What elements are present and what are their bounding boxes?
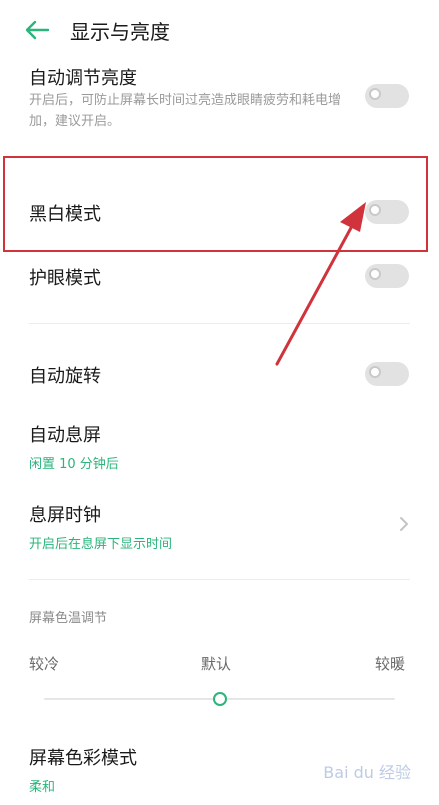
auto-brightness-title: 自动调节亮度 <box>29 68 137 89</box>
toggle-knob <box>369 268 381 280</box>
auto-rotate-title: 自动旋转 <box>29 366 101 387</box>
cooler-label: 较冷 <box>29 655 60 673</box>
chevron-right-icon <box>400 517 408 531</box>
default-label: 默认 <box>201 655 232 673</box>
page-title: 显示与亮度 <box>70 20 170 44</box>
header-bar: 显示与亮度 <box>0 0 439 60</box>
toggle-knob <box>369 366 381 378</box>
auto-brightness-row: 自动调节亮度 开启后，可防止屏幕长时间过亮造成眼睛疲劳和耗电增加，建议开启。 <box>0 60 439 140</box>
section-divider <box>29 579 410 580</box>
watermark: Bai du 经验 <box>323 763 411 782</box>
eye-care-row[interactable]: 护眼模式 <box>0 250 439 300</box>
color-mode-title: 屏幕色彩模式 <box>29 748 137 769</box>
auto-brightness-description: 开启后，可防止屏幕长时间过亮造成眼睛疲劳和耗电增加，建议开启。 <box>29 93 342 129</box>
arrow-left-icon[interactable] <box>24 19 50 41</box>
warmer-label: 较暖 <box>375 655 406 673</box>
color-mode-value: 柔和 <box>29 780 56 795</box>
auto-rotate-row[interactable]: 自动旋转 <box>0 350 439 400</box>
section-divider <box>29 323 410 324</box>
eye-care-toggle[interactable] <box>365 264 409 288</box>
screen-timeout-title: 自动息屏 <box>29 425 101 446</box>
color-temperature-slider-thumb[interactable] <box>212 692 227 706</box>
auto-rotate-toggle[interactable] <box>365 362 409 386</box>
aod-clock-title: 息屏时钟 <box>29 505 101 526</box>
eye-care-title: 护眼模式 <box>29 268 101 289</box>
color-temperature-section-label: 屏幕色温调节 <box>29 611 108 626</box>
auto-brightness-toggle[interactable] <box>365 84 409 108</box>
highlight-box <box>3 156 428 252</box>
aod-clock-subtitle: 开启后在息屏下显示时间 <box>29 537 173 552</box>
toggle-knob <box>369 88 381 100</box>
aod-clock-row[interactable]: 息屏时钟 开启后在息屏下显示时间 <box>0 495 439 555</box>
screen-timeout-row[interactable]: 自动息屏 闲置 10 分钟后 <box>0 415 439 475</box>
screen-timeout-value: 闲置 10 分钟后 <box>29 457 119 472</box>
